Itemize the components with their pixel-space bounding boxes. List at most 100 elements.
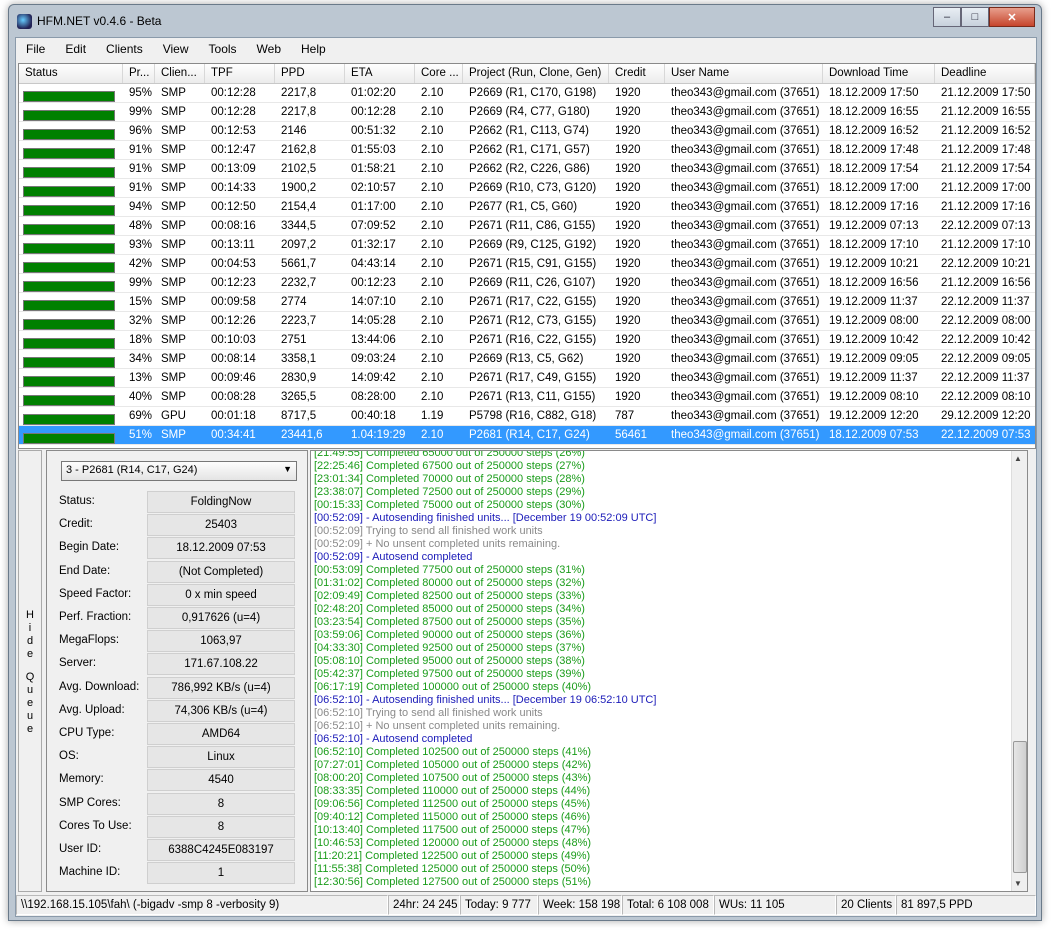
table-row[interactable]: 96% SMP 00:12:53 2146 00:51:32 2.10 P2662 (R1,… (19, 122, 1035, 141)
cell-client-type: SMP (161, 258, 186, 270)
table-row[interactable]: 40% SMP 00:08:28 3265,5 08:28:00 2.10 P2671 (R… (19, 388, 1035, 407)
log-line: [23:38:07] Completed 72500 out of 250000… (314, 486, 585, 498)
scroll-thumb[interactable] (1013, 741, 1027, 873)
status-cell (19, 407, 123, 425)
table-row[interactable]: 93% SMP 00:13:11 2097,2 01:32:17 2.10 P2669 (R… (19, 236, 1035, 255)
table-row[interactable]: 34% SMP 00:08:14 3358,1 09:03:24 2.10 P2669 (R… (19, 350, 1035, 369)
table-row[interactable]: 91% SMP 00:14:33 1900,2 02:10:57 2.10 P2669 (R… (19, 179, 1035, 198)
cell-deadline: 21.12.2009 17:16 (941, 201, 1031, 213)
col-header-eta[interactable]: ETA (345, 64, 415, 83)
log-line: [06:17:19] Completed 100000 out of 25000… (314, 681, 592, 693)
table-row[interactable]: 15% SMP 00:09:58 2774 14:07:10 2.10 P2671 (R17… (19, 293, 1035, 312)
cell-deadline: 21.12.2009 17:50 (941, 87, 1031, 99)
hide-queue-button[interactable]: HideQueue (18, 450, 42, 892)
cell-eta: 01:17:00 (351, 201, 396, 213)
col-header-credit[interactable]: Credit (609, 64, 665, 83)
cell-deadline: 21.12.2009 16:52 (941, 125, 1031, 137)
status-cell (19, 217, 123, 235)
table-row[interactable]: 01%SMP00:06:264297,610:36:542.10P2671 (R… (19, 445, 1035, 448)
table-row[interactable]: 48% SMP 00:08:16 3344,5 07:09:52 2.10 P2671 (R… (19, 217, 1035, 236)
status-bar-indicator (23, 110, 115, 121)
queue-field-value: 0,917626 (u=4) (147, 607, 295, 629)
col-header-project[interactable]: Project (Run, Clone, Gen) (463, 64, 609, 83)
cell-tpf: 00:08:16 (211, 220, 256, 232)
table-row[interactable]: 18% SMP 00:10:03 2751 13:44:06 2.10 P2671 (R16… (19, 331, 1035, 350)
table-row[interactable]: 42% SMP 00:04:53 5661,7 04:43:14 2.10 P2671 (R… (19, 255, 1035, 274)
table-row[interactable]: 69% GPU 00:01:18 8717,5 00:40:18 1.19 P5798 (R… (19, 407, 1035, 426)
menu-web[interactable]: Web (247, 38, 291, 60)
log-line: [12:30:56] Completed 127500 out of 25000… (314, 876, 592, 888)
queue-field-value: Linux (147, 746, 295, 769)
cell-project: P2671 (R17, C22, G155) (469, 296, 597, 308)
status-bar-indicator (23, 357, 115, 368)
col-header-deadline[interactable]: Deadline (935, 64, 1035, 83)
clients-grid[interactable]: Status Pr... Clien... TPF PPD ETA Core ... Proj… (18, 63, 1036, 449)
table-row[interactable]: 91% SMP 00:12:47 2162,8 01:55:03 2.10 P2662 (R… (19, 141, 1035, 160)
status-bar: \\192.168.15.105\fah\ (-bigadv -smp 8 -v… (16, 894, 1036, 916)
table-row[interactable]: 95% SMP 00:12:28 2217,8 01:02:20 2.10 P2669 (R… (19, 84, 1035, 103)
table-row[interactable]: 94% SMP 00:12:50 2154,4 01:17:00 2.10 P2677 (R… (19, 198, 1035, 217)
menu-clients[interactable]: Clients (96, 38, 153, 60)
table-row[interactable]: 32% SMP 00:12:26 2223,7 14:05:28 2.10 P2671 (R… (19, 312, 1035, 331)
queue-field-value: 4540 (147, 769, 295, 792)
cell-project: P2669 (R11, C26, G107) (469, 277, 596, 289)
cell-progress: 34% (129, 353, 153, 365)
col-header-status[interactable]: Status (19, 64, 123, 83)
status-cell (19, 445, 123, 448)
cell-credit: 1920 (615, 220, 641, 232)
table-row[interactable]: 13% SMP 00:09:46 2830,9 14:09:42 2.10 P2671 (R… (19, 369, 1035, 388)
cell-client-type: SMP (161, 334, 186, 346)
queue-field-label: Perf. Fraction: (59, 611, 132, 623)
cell-eta: 13:44:06 (351, 334, 396, 346)
scroll-up-icon[interactable]: ▲ (1014, 454, 1022, 463)
status-bar-indicator (23, 395, 115, 406)
menu-help[interactable]: Help (291, 38, 336, 60)
minimize-button[interactable]: – (933, 7, 961, 27)
col-header-progress[interactable]: Pr... (123, 64, 155, 83)
table-row[interactable]: 99% SMP 00:12:28 2217,8 00:12:28 2.10 P2669 (R… (19, 103, 1035, 122)
queue-field-value: 786,992 KB/s (u=4) (147, 676, 295, 699)
cell-client-type: SMP (161, 277, 186, 289)
cell-credit: 1920 (615, 239, 641, 251)
title-bar[interactable]: HFM.NET v0.4.6 - Beta – □ ✕ (9, 5, 1041, 35)
col-header-download-time[interactable]: Download Time (823, 64, 935, 83)
status-cell (19, 179, 123, 197)
cell-tpf: 00:08:14 (211, 353, 256, 365)
log-line: [09:06:56] Completed 112500 out of 25000… (314, 798, 591, 810)
table-row[interactable]: 99% SMP 00:12:23 2232,7 00:12:23 2.10 P2669 (R… (19, 274, 1035, 293)
status-bar-indicator (23, 148, 115, 159)
col-header-ppd[interactable]: PPD (275, 64, 345, 83)
close-button[interactable]: ✕ (989, 7, 1035, 27)
menu-edit[interactable]: Edit (55, 38, 96, 60)
queue-dropdown[interactable]: 3 - P2681 (R14, C17, G24) ▼ (61, 461, 297, 481)
scroll-down-icon[interactable]: ▼ (1014, 879, 1022, 888)
menu-tools[interactable]: Tools (199, 38, 247, 60)
cell-ppd: 2097,2 (281, 239, 317, 251)
cell-credit: 1920 (615, 182, 641, 194)
log-panel[interactable]: [21:49:55] Completed 65000 out of 250000… (310, 450, 1028, 892)
log-scrollbar[interactable]: ▲ ▼ (1011, 451, 1027, 891)
cell-credit: 787 (615, 410, 635, 422)
queue-field: MegaFlops: 1063,97 (59, 630, 299, 653)
menu-file[interactable]: File (16, 38, 55, 60)
col-header-client-type[interactable]: Clien... (155, 64, 205, 83)
table-row[interactable]: 51% SMP 00:34:41 23441,6 1.04:19:29 2.10 P2681… (19, 426, 1035, 445)
cell-ppd: 2162,8 (281, 144, 317, 156)
status-cell (19, 293, 123, 311)
cell-client-type: SMP (161, 220, 186, 232)
menu-view[interactable]: View (153, 38, 199, 60)
maximize-button[interactable]: □ (961, 7, 989, 27)
log-text: [21:49:55] Completed 65000 out of 250000… (314, 451, 1004, 889)
col-header-user-name[interactable]: User Name (665, 64, 823, 83)
table-row[interactable]: 91% SMP 00:13:09 2102,5 01:58:21 2.10 P2662 (R… (19, 160, 1035, 179)
cell-client-type: SMP (161, 353, 186, 365)
cell-deadline: 22.12.2009 08:00 (941, 315, 1031, 327)
cell-ppd: 2830,9 (281, 372, 317, 384)
cell-credit: 1920 (615, 144, 641, 156)
cell-core: 2.10 (415, 445, 463, 448)
col-header-tpf[interactable]: TPF (205, 64, 275, 83)
status-cell (19, 388, 123, 406)
cell-progress: 40% (129, 391, 153, 403)
col-header-core[interactable]: Core ... (415, 64, 463, 83)
cell-progress: 96% (129, 125, 153, 137)
